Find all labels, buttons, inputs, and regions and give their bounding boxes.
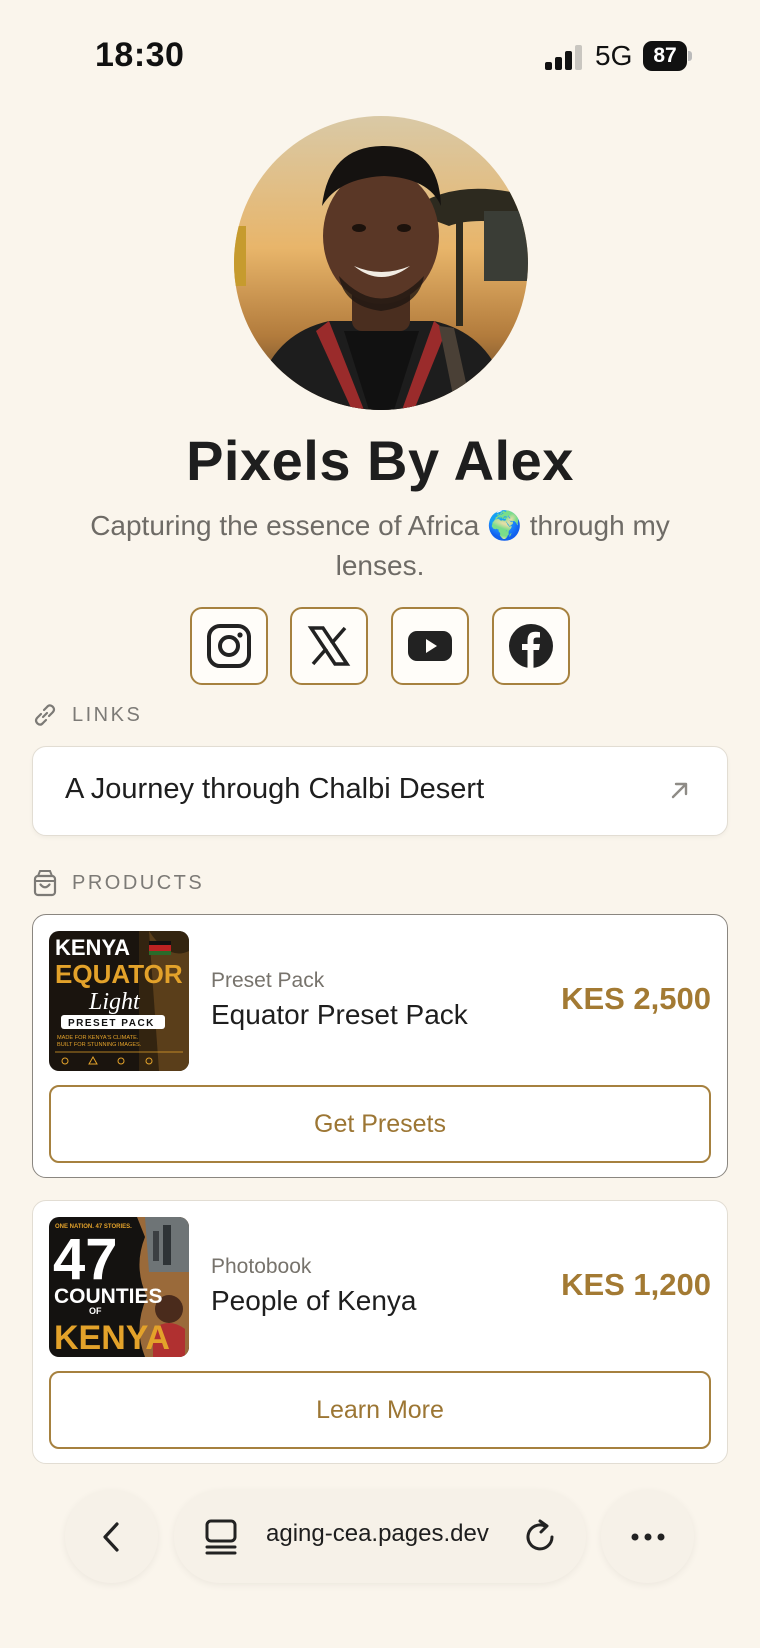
learn-more-button[interactable]: Learn More (49, 1371, 711, 1449)
thumb-47-text: 47 (53, 1227, 118, 1292)
facebook-icon (509, 624, 553, 668)
product-thumbnail[interactable]: ONE NATION. 47 STORIES. 47 COUNTIES OF K… (49, 1217, 189, 1357)
links-section-label: LINKS (72, 703, 143, 726)
external-arrow-icon (671, 782, 688, 799)
youtube-button[interactable] (391, 607, 469, 685)
thumb-counties-text: COUNTIES (54, 1285, 163, 1308)
product-price: KES 1,200 (561, 1267, 711, 1302)
cellular-signal-icon (545, 44, 585, 70)
thumb-light-text: Light (88, 989, 141, 1015)
link-title: A Journey through Chalbi Desert (65, 773, 485, 805)
thumb-kenya-text: KENYA (55, 935, 130, 960)
thumb-tagline-2: BUILT FOR STUNNING IMAGES. (57, 1042, 142, 1048)
products-section-label: PRODUCTS (72, 871, 205, 894)
product-category: Photobook (211, 1255, 312, 1278)
link-card[interactable]: A Journey through Chalbi Desert (32, 746, 728, 836)
x-button[interactable] (290, 607, 368, 685)
product-price: KES 2,500 (561, 981, 711, 1016)
products-section-header: PRODUCTS (32, 868, 204, 898)
thumb-tagline-1: MADE FOR KENYA'S CLIMATE. (57, 1035, 139, 1041)
product-category: Preset Pack (211, 969, 325, 992)
network-type: 5G (595, 40, 633, 71)
links-section-header: LINKS (32, 700, 142, 730)
profile-avatar (234, 116, 528, 410)
profile-bio: Capturing the essence of Africa 🌍 throug… (90, 510, 670, 581)
status-bar: 18:30 5G 87 (0, 0, 760, 110)
product-name: Equator Preset Pack (211, 999, 468, 1030)
x-icon (307, 626, 351, 666)
thumb-kenya-text: KENYA (54, 1319, 170, 1357)
profile-name: Pixels By Alex (186, 429, 574, 492)
youtube-icon (408, 631, 452, 661)
chevron-left-icon (102, 1521, 119, 1552)
more-button[interactable] (601, 1490, 694, 1583)
thumb-equator-text: EQUATOR (55, 959, 183, 989)
get-presets-button[interactable]: Get Presets (49, 1085, 711, 1163)
thumb-preset-pack-text: PRESET PACK (68, 1018, 155, 1029)
thumb-of-text: OF (89, 1306, 102, 1316)
shopping-bag-icon (33, 870, 57, 897)
instagram-button[interactable] (190, 607, 268, 685)
product-thumbnail[interactable]: KENYA EQUATOR Light PRESET PACK MADE FOR… (49, 931, 189, 1071)
product-name: People of Kenya (211, 1285, 417, 1316)
product-card: KENYA EQUATOR Light PRESET PACK MADE FOR… (32, 914, 728, 1178)
instagram-icon (207, 624, 251, 668)
link-icon (34, 704, 56, 726)
address-bar[interactable]: aging-cea.pages.dev (174, 1490, 586, 1583)
social-links (190, 607, 570, 685)
battery-level: 87 (643, 41, 687, 71)
status-time: 18:30 (95, 36, 185, 74)
product-card: ONE NATION. 47 STORIES. 47 COUNTIES OF K… (32, 1200, 728, 1464)
battery-icon: 87 (643, 41, 692, 71)
url-text: aging-cea.pages.dev (266, 1520, 489, 1547)
tabs-icon (205, 1519, 237, 1555)
reload-icon[interactable] (524, 1518, 558, 1554)
browser-toolbar: aging-cea.pages.dev (0, 1480, 760, 1648)
more-icon (631, 1533, 664, 1540)
back-button[interactable] (65, 1490, 158, 1583)
facebook-button[interactable] (492, 607, 570, 685)
